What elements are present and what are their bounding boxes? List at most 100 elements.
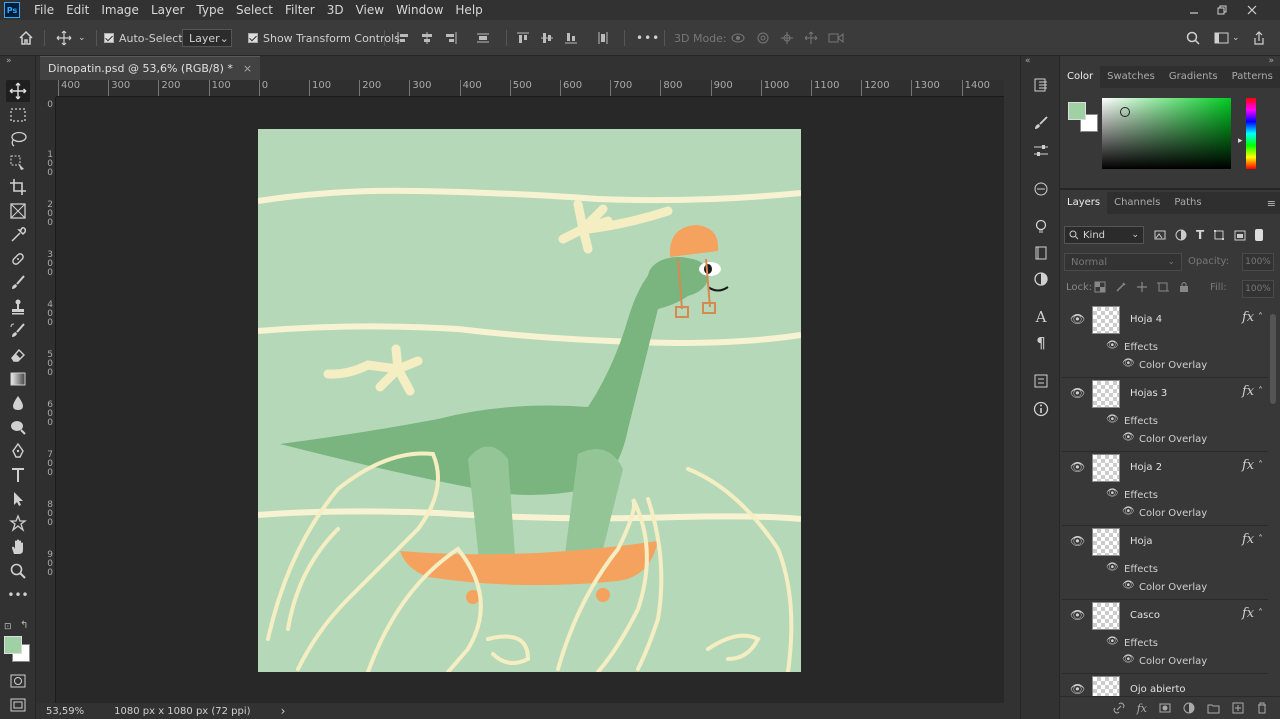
healing-brush-tool[interactable] bbox=[6, 248, 30, 270]
hue-slider[interactable] bbox=[1246, 98, 1256, 169]
scrollbar-thumb[interactable] bbox=[1270, 314, 1276, 404]
new-adjustment-icon[interactable] bbox=[1183, 702, 1195, 714]
workspace-button[interactable]: ⌄ bbox=[1214, 29, 1240, 47]
chevron-up-icon[interactable]: ˄ bbox=[1258, 460, 1263, 471]
lock-all-icon[interactable] bbox=[1178, 281, 1190, 293]
fx-icon[interactable]: fx bbox=[1242, 458, 1254, 473]
clone-source-button[interactable] bbox=[1029, 178, 1053, 200]
zoom-tool[interactable] bbox=[6, 560, 30, 582]
vertical-ruler[interactable]: 0 1 0 0 2 0 0 3 0 0 4 0 0 5 0 0 6 0 0 7 0 0 8 0 … bbox=[36, 97, 56, 703]
layers-scrollbar[interactable] bbox=[1268, 304, 1280, 696]
document-workspace[interactable] bbox=[56, 97, 1004, 703]
tab-paths[interactable]: Paths bbox=[1167, 192, 1208, 214]
chevron-up-icon[interactable]: ˄ bbox=[1258, 608, 1263, 619]
clone-stamp-tool[interactable] bbox=[6, 296, 30, 318]
document-tab[interactable]: Dinopatin.psd @ 53,6% (RGB/8) * × bbox=[40, 56, 261, 80]
menu-select[interactable]: Select bbox=[230, 0, 279, 20]
marquee-tool[interactable] bbox=[6, 104, 30, 126]
auto-select-dropdown[interactable]: Layer ⌄ bbox=[182, 29, 232, 47]
menu-3d[interactable]: 3D bbox=[321, 0, 350, 20]
chevron-up-icon[interactable]: ˄ bbox=[1258, 312, 1263, 323]
color-fg-swatch[interactable] bbox=[1068, 102, 1086, 120]
distribute-v-button[interactable] bbox=[596, 29, 610, 47]
panel-menu-icon[interactable]: ≡ bbox=[1267, 197, 1276, 210]
layer-row[interactable]: 👁 Hoja 4 fx ˄ 👁 Effects 👁 Color Overlay bbox=[1062, 304, 1268, 378]
character-panel-button[interactable]: A bbox=[1029, 306, 1053, 328]
layer-row[interactable]: 👁 Hojas 3 fx ˄ 👁 Effects 👁 Color Overlay bbox=[1062, 378, 1268, 452]
visibility-eye-icon[interactable]: 👁 bbox=[1070, 534, 1085, 548]
filter-toggle-icon[interactable] bbox=[1255, 229, 1264, 241]
artboard-canvas[interactable] bbox=[258, 129, 801, 672]
fill-input[interactable]: 100% bbox=[1242, 280, 1274, 298]
history-panel-button[interactable] bbox=[1029, 74, 1053, 96]
gradient-tool[interactable] bbox=[6, 368, 30, 390]
menu-type[interactable]: Type bbox=[190, 0, 230, 20]
add-mask-icon[interactable] bbox=[1159, 702, 1171, 714]
menu-edit[interactable]: Edit bbox=[60, 0, 95, 20]
filter-type-icon[interactable]: T bbox=[1196, 228, 1204, 242]
3d-scale-button[interactable] bbox=[828, 29, 844, 47]
visibility-eye-icon[interactable]: 👁 bbox=[1070, 608, 1085, 622]
tab-color[interactable]: Color bbox=[1060, 66, 1101, 88]
3d-orbit-button[interactable] bbox=[730, 29, 746, 47]
tab-patterns[interactable]: Patterns bbox=[1225, 66, 1280, 88]
align-right-button[interactable] bbox=[444, 29, 458, 47]
pen-tool[interactable] bbox=[6, 440, 30, 462]
visibility-eye-icon[interactable]: 👁 bbox=[1070, 312, 1085, 326]
link-layers-icon[interactable] bbox=[1113, 702, 1125, 714]
visibility-eye-icon[interactable]: 👁 bbox=[1122, 654, 1135, 665]
menu-layer[interactable]: Layer bbox=[145, 0, 190, 20]
distribute-button[interactable] bbox=[476, 29, 490, 47]
visibility-eye-icon[interactable]: 👁 bbox=[1106, 562, 1119, 573]
horizontal-ruler[interactable]: 400 300 200 100 0 100 200 300 400 500 600 700 800 900… bbox=[56, 80, 1004, 97]
adjustments-panel-button[interactable] bbox=[1029, 268, 1053, 290]
eraser-tool[interactable] bbox=[6, 344, 30, 366]
3d-slide-button[interactable] bbox=[804, 29, 818, 47]
visibility-eye-icon[interactable]: 👁 bbox=[1070, 460, 1085, 474]
swap-colors-icon[interactable]: ↰ bbox=[20, 620, 28, 631]
align-top-button[interactable] bbox=[516, 29, 530, 47]
tab-swatches[interactable]: Swatches bbox=[1100, 66, 1162, 88]
filter-pixel-icon[interactable] bbox=[1154, 229, 1166, 241]
auto-select-checkbox[interactable]: Auto-Select: bbox=[104, 29, 186, 47]
menu-filter[interactable]: Filter bbox=[279, 0, 321, 20]
visibility-eye-icon[interactable]: 👁 bbox=[1106, 488, 1119, 499]
lock-position-icon[interactable] bbox=[1136, 281, 1148, 293]
layer-name[interactable]: Hojas 3 bbox=[1130, 388, 1167, 399]
filter-shape-icon[interactable] bbox=[1213, 229, 1225, 241]
more-options-button[interactable]: ••• bbox=[636, 29, 660, 47]
move-tool-preset[interactable]: ⌄ bbox=[56, 29, 86, 47]
new-group-icon[interactable] bbox=[1207, 702, 1220, 714]
layer-filter-dropdown[interactable]: Kind ⌄ bbox=[1064, 226, 1144, 244]
filter-smart-object-icon[interactable] bbox=[1234, 229, 1246, 241]
eyedropper-tool[interactable] bbox=[6, 224, 30, 246]
move-tool[interactable] bbox=[6, 80, 30, 102]
minimize-button[interactable] bbox=[1180, 0, 1208, 20]
layer-name[interactable]: Hoja bbox=[1130, 536, 1153, 547]
menu-image[interactable]: Image bbox=[95, 0, 145, 20]
visibility-eye-icon[interactable]: 👁 bbox=[1106, 636, 1119, 647]
brush-tool[interactable] bbox=[6, 272, 30, 294]
adjustments-button[interactable] bbox=[1029, 140, 1053, 162]
close-tab-icon[interactable]: × bbox=[243, 62, 252, 75]
fx-icon[interactable]: fx bbox=[1242, 606, 1254, 621]
layer-name[interactable]: Hoja 2 bbox=[1130, 462, 1162, 473]
menu-help[interactable]: Help bbox=[449, 0, 488, 20]
history-brush-tool[interactable] bbox=[6, 320, 30, 342]
hand-tool[interactable] bbox=[6, 536, 30, 558]
lock-transparent-icon[interactable] bbox=[1094, 281, 1106, 293]
filter-adjustment-icon[interactable] bbox=[1175, 229, 1187, 241]
chevron-up-icon[interactable]: ˄ bbox=[1258, 386, 1263, 397]
tab-layers[interactable]: Layers bbox=[1060, 192, 1108, 214]
tab-channels[interactable]: Channels bbox=[1107, 192, 1167, 214]
layer-row[interactable]: 👁 Hoja 2 fx ˄ 👁 Effects 👁 Color Overlay bbox=[1062, 452, 1268, 526]
edit-toolbar-button[interactable]: ••• bbox=[6, 584, 30, 606]
share-button[interactable] bbox=[1252, 29, 1266, 47]
menu-file[interactable]: File bbox=[28, 0, 60, 20]
visibility-eye-icon[interactable]: 👁 bbox=[1122, 358, 1135, 369]
screen-mode-button[interactable] bbox=[6, 694, 30, 716]
chevron-up-icon[interactable]: ˄ bbox=[1258, 534, 1263, 545]
ruler-origin[interactable] bbox=[36, 80, 56, 97]
layer-name[interactable]: Hoja 4 bbox=[1130, 314, 1162, 325]
add-style-icon[interactable]: fx bbox=[1137, 702, 1147, 715]
